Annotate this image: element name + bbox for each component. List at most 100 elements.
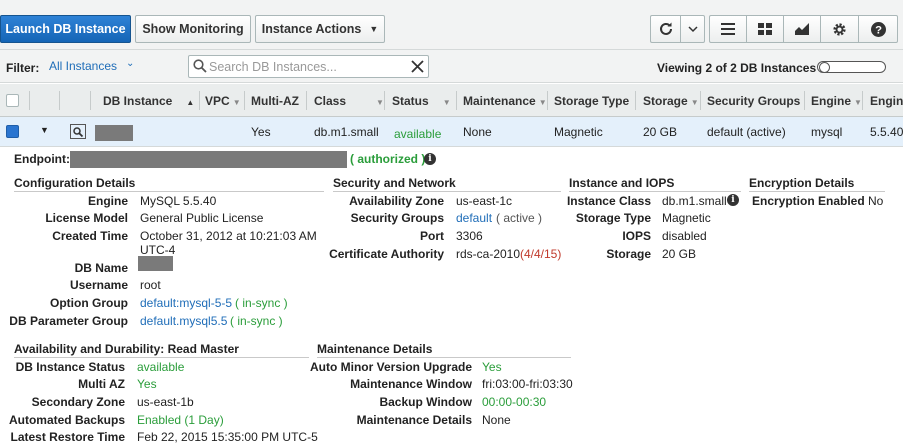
endpoint-value-redacted bbox=[70, 151, 347, 168]
availability-section-title: Availability and Durability: Read Master bbox=[14, 342, 309, 358]
column-divider bbox=[244, 91, 245, 110]
config-dbname-label: DB Name bbox=[74, 261, 128, 275]
param-group-link[interactable]: default.mysql5.5 bbox=[140, 314, 227, 328]
column-header-storage-type[interactable]: Storage Type bbox=[554, 94, 629, 108]
help-icon: ? bbox=[870, 21, 886, 37]
refresh-icon bbox=[659, 22, 672, 35]
instance-actions-button[interactable]: Instance Actions ▼ bbox=[255, 15, 385, 43]
inspect-icon[interactable] bbox=[70, 124, 86, 139]
chevron-down-icon[interactable]: ⌄ bbox=[126, 58, 134, 69]
avail-secaz-label: Secondary Zone bbox=[31, 395, 125, 409]
iops-storage-label: Storage bbox=[606, 247, 651, 261]
column-header-storage[interactable]: Storage ▼ bbox=[643, 94, 699, 108]
config-created-label: Created Time bbox=[52, 229, 128, 243]
expand-row-icon[interactable]: ▼ bbox=[40, 125, 49, 135]
filter-bar: Filter: All Instances ⌄ Viewing 2 of 2 D… bbox=[0, 50, 903, 83]
help-button[interactable]: ? bbox=[858, 15, 898, 43]
iops-section-title: Instance and IOPS bbox=[569, 176, 741, 192]
config-username-value: root bbox=[140, 278, 161, 292]
monitoring-button-label: Show Monitoring bbox=[142, 22, 244, 36]
cell-class: db.m1.small bbox=[314, 125, 379, 139]
table-row[interactable]: ▼ Yes db.m1.small available None Magneti… bbox=[0, 117, 903, 147]
filter-dropdown[interactable]: All Instances bbox=[49, 59, 117, 73]
encryption-enabled-value: No bbox=[868, 194, 884, 208]
config-created-value: October 31, 2012 at 10:21:03 AM bbox=[140, 229, 317, 243]
option-group-link[interactable]: default:mysql-5-5 bbox=[140, 296, 232, 310]
launch-button-label: Launch DB Instance bbox=[5, 22, 126, 36]
column-divider bbox=[384, 91, 385, 110]
column-header-multi-az[interactable]: Multi-AZ bbox=[251, 94, 299, 108]
iops-storage-value: 20 GB bbox=[662, 247, 697, 261]
iops-class-label: Instance Class bbox=[566, 194, 651, 208]
avail-status-label: DB Instance Status bbox=[15, 360, 125, 374]
clear-search-icon[interactable] bbox=[411, 60, 424, 73]
chart-view-button[interactable] bbox=[783, 15, 820, 43]
grid-view-button[interactable] bbox=[746, 15, 783, 43]
config-engine-label: Engine bbox=[87, 194, 128, 208]
db-instance-name-redacted bbox=[95, 125, 133, 141]
security-sg-label: Security Groups bbox=[350, 211, 444, 225]
chevron-down-icon bbox=[687, 26, 698, 33]
refresh-options-button[interactable] bbox=[680, 15, 705, 43]
avail-restore-label: Latest Restore Time bbox=[10, 430, 126, 444]
column-header-status[interactable]: Status ▼ bbox=[392, 94, 451, 108]
maint-auto-label: Auto Minor Version Upgrade bbox=[309, 360, 472, 374]
column-divider bbox=[804, 91, 805, 110]
row-checkbox[interactable] bbox=[6, 125, 19, 138]
maint-bwindow-value: 00:00-00:30 bbox=[482, 395, 547, 409]
maint-auto-value: Yes bbox=[482, 360, 502, 374]
security-ca-value: rds-ca-2010 bbox=[456, 247, 521, 261]
iops-stype-value: Magnetic bbox=[662, 211, 711, 225]
maint-details-label: Maintenance Details bbox=[356, 413, 472, 427]
actions-button-label: Instance Actions bbox=[261, 22, 362, 36]
search-input[interactable] bbox=[209, 59, 409, 75]
encryption-section-title: Encryption Details bbox=[749, 176, 885, 192]
column-divider bbox=[29, 91, 30, 110]
security-section-title: Security and Network bbox=[333, 176, 561, 192]
column-divider bbox=[199, 91, 200, 110]
cell-storage: 20 GB bbox=[643, 125, 678, 139]
table-header: DB Instance ▲ VPC ▼ Multi-AZ Class ▼ Status… bbox=[0, 84, 903, 117]
maint-window-label: Maintenance Window bbox=[350, 377, 472, 391]
config-license-value: General Public License bbox=[140, 211, 264, 225]
column-header-maintenance[interactable]: Maintenance ▼ bbox=[463, 94, 547, 108]
endpoint-label: Endpoint: bbox=[14, 152, 70, 166]
iops-iops-value: disabled bbox=[662, 229, 707, 243]
column-header-engine-version[interactable]: Engin bbox=[870, 94, 903, 108]
security-group-link[interactable]: default bbox=[456, 211, 492, 225]
chevron-down-icon: ▼ bbox=[369, 24, 379, 34]
list-view-button[interactable] bbox=[709, 15, 746, 43]
toggle-knob bbox=[819, 62, 830, 73]
info-icon[interactable]: i bbox=[424, 153, 436, 165]
column-divider bbox=[306, 91, 307, 110]
info-icon[interactable]: i bbox=[727, 194, 739, 206]
column-divider bbox=[547, 91, 548, 110]
security-az-value: us-east-1c bbox=[456, 194, 513, 208]
config-username-label: Username bbox=[69, 278, 128, 292]
select-all-checkbox[interactable] bbox=[6, 94, 19, 107]
maint-window-value: fri:03:00-fri:03:30 bbox=[482, 377, 573, 391]
column-header-class[interactable]: Class ▼ bbox=[314, 94, 384, 108]
column-header-db-instance[interactable]: DB Instance ▲ bbox=[103, 94, 194, 108]
cell-security-groups: default (active) bbox=[707, 125, 786, 139]
security-az-label: Availability Zone bbox=[349, 194, 444, 208]
show-monitoring-button[interactable]: Show Monitoring bbox=[135, 15, 251, 43]
security-group-status: ( active ) bbox=[496, 211, 543, 225]
column-header-engine[interactable]: Engine ▼ bbox=[811, 94, 862, 108]
column-header-vpc[interactable]: VPC ▼ bbox=[205, 94, 241, 108]
param-group-status: ( in-sync ) bbox=[230, 314, 283, 328]
details-toggle[interactable] bbox=[817, 61, 886, 73]
launch-db-instance-button[interactable]: Launch DB Instance bbox=[0, 15, 131, 43]
option-group-status: ( in-sync ) bbox=[235, 296, 288, 310]
endpoint-status: ( authorized ) bbox=[350, 152, 426, 166]
config-created-tz: UTC-4 bbox=[140, 243, 176, 257]
config-dbname-redacted bbox=[138, 256, 173, 271]
cell-engine: mysql bbox=[811, 125, 843, 139]
gear-icon bbox=[833, 22, 846, 36]
column-header-security-groups[interactable]: Security Groups bbox=[707, 94, 800, 108]
refresh-button[interactable] bbox=[650, 15, 680, 43]
column-divider bbox=[59, 91, 60, 110]
cell-maintenance: None bbox=[463, 125, 492, 139]
grid-view-icon bbox=[758, 23, 772, 35]
settings-button[interactable] bbox=[820, 15, 858, 43]
